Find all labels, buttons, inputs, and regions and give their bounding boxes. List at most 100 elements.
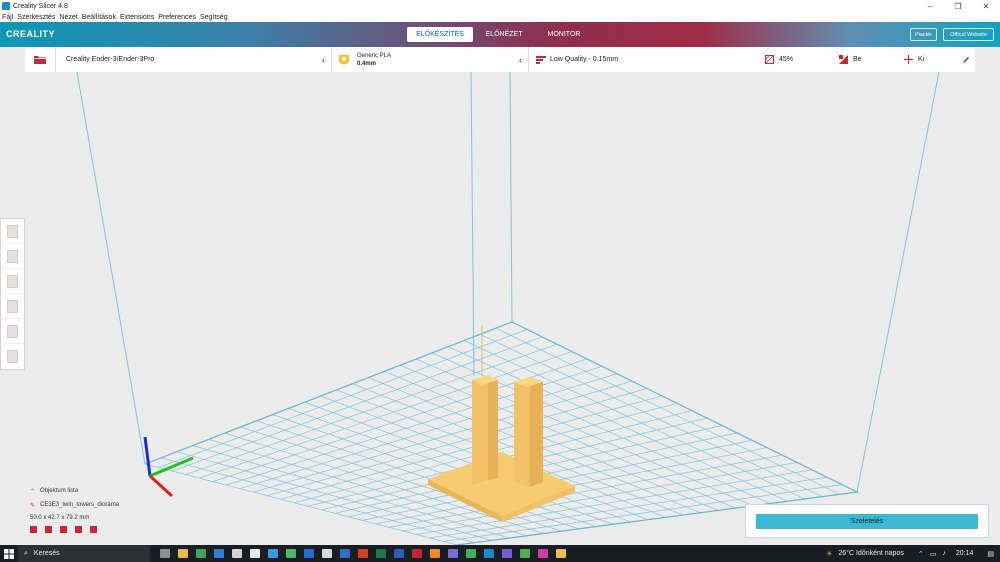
menu-settings[interactable]: Beállítások bbox=[82, 14, 116, 21]
app-icon[interactable] bbox=[250, 549, 260, 558]
grid-line bbox=[160, 457, 475, 544]
infill-icon bbox=[765, 55, 774, 64]
task-view-icon[interactable] bbox=[160, 549, 170, 558]
menu-edit[interactable]: Szerkesztés bbox=[17, 14, 55, 21]
nozzle-size: 0.4mm bbox=[357, 60, 377, 67]
spool-icon bbox=[339, 54, 349, 65]
rotate-tool-button[interactable] bbox=[1, 269, 24, 294]
view-top-icon[interactable] bbox=[60, 526, 67, 533]
quality-profile: Low Quality - 0.15mm bbox=[550, 56, 619, 63]
menu-preferences[interactable]: Preferences bbox=[158, 14, 196, 21]
file-explorer-icon[interactable] bbox=[178, 549, 188, 558]
support-value: Be bbox=[853, 56, 862, 63]
app-icon[interactable] bbox=[322, 549, 332, 558]
grid-line bbox=[288, 408, 614, 525]
per-model-settings-button[interactable] bbox=[1, 319, 24, 344]
object-list-panel: ⌃ Objektum lista ✎ CE3E3_twin_towers_dio… bbox=[30, 484, 119, 533]
build-volume-outline bbox=[76, 72, 940, 493]
menu-bar: Fájl Szerkesztés Nézet Beállítások Exten… bbox=[0, 12, 1000, 22]
window-title: Creality Slicer 4.8 bbox=[13, 2, 68, 10]
view-left-icon[interactable] bbox=[75, 526, 82, 533]
header-band: CREALITY ELŐKÉSZÍTÉS ELŐNÉZET MONITOR Pi… bbox=[0, 22, 1000, 47]
adhesion-value: Ki bbox=[918, 56, 925, 63]
chevron-up-icon: ⌃ bbox=[30, 488, 36, 495]
rotate-icon bbox=[7, 274, 18, 288]
app-icon[interactable] bbox=[448, 549, 458, 558]
twin-towers-model[interactable] bbox=[428, 325, 575, 522]
tab-preview[interactable]: ELŐNÉZET bbox=[478, 27, 530, 42]
open-file-button[interactable] bbox=[25, 47, 55, 72]
pencil-icon[interactable] bbox=[962, 56, 970, 64]
app-icon[interactable] bbox=[286, 549, 296, 558]
windows-start-icon[interactable] bbox=[4, 549, 14, 559]
tab-monitor[interactable]: MONITOR bbox=[538, 27, 590, 42]
folder-icon bbox=[34, 56, 46, 64]
app-icon[interactable] bbox=[268, 549, 278, 558]
creality-slicer-icon[interactable] bbox=[484, 549, 494, 558]
printer-selector[interactable]: Creality Ender-3/Ender-3Pro ‹ bbox=[56, 47, 331, 72]
app-icon[interactable] bbox=[196, 549, 206, 558]
app-icon[interactable] bbox=[304, 549, 314, 558]
search-placeholder: Keresés bbox=[33, 550, 60, 557]
view-front-icon[interactable] bbox=[45, 526, 52, 533]
volume-icon[interactable]: ♪ bbox=[942, 550, 946, 557]
taskbar-search[interactable]: ⌕ Keresés bbox=[18, 545, 150, 562]
word-icon[interactable] bbox=[394, 549, 404, 558]
support-blocker-button[interactable] bbox=[1, 344, 24, 369]
grid-line bbox=[144, 463, 458, 545]
app-icon[interactable] bbox=[214, 549, 224, 558]
app-icon[interactable] bbox=[538, 549, 548, 558]
close-button[interactable]: ✕ bbox=[972, 2, 1000, 11]
app-icon[interactable] bbox=[232, 549, 242, 558]
object-filename: CE3E3_twin_towers_dioráma bbox=[40, 502, 120, 508]
app-icon[interactable] bbox=[520, 549, 530, 558]
weather-icon: ☀ bbox=[826, 550, 833, 558]
official-website-button[interactable]: Offical Website bbox=[943, 28, 994, 41]
object-list-toggle[interactable]: ⌃ Objektum lista bbox=[30, 484, 119, 498]
marketplace-button[interactable]: Piactér bbox=[910, 28, 937, 41]
per-model-settings-icon bbox=[7, 324, 18, 338]
scale-tool-button[interactable] bbox=[1, 244, 24, 269]
taskbar-apps bbox=[156, 549, 570, 558]
weather-text[interactable]: 26°C Időnként napos bbox=[838, 550, 903, 557]
object-list-title: Objektum lista bbox=[40, 488, 79, 494]
axis-gizmo bbox=[143, 436, 194, 498]
excel-icon[interactable] bbox=[376, 549, 386, 558]
print-settings-panel[interactable]: Low Quality - 0.15mm 45% Be Ki bbox=[529, 47, 975, 72]
window-titlebar: Creality Slicer 4.8 – ❐ ✕ bbox=[0, 0, 1000, 12]
mirror-tool-button[interactable] bbox=[1, 294, 24, 319]
menu-file[interactable]: Fájl bbox=[2, 14, 13, 21]
app-icon[interactable] bbox=[430, 549, 440, 558]
build-plate-viewport[interactable] bbox=[0, 72, 1000, 545]
windows-taskbar: ⌕ Keresés ☀ 26°C Időnként napos ⌃ ▭ ♪ 20… bbox=[0, 545, 1000, 562]
app-icon bbox=[2, 2, 10, 10]
move-tool-button[interactable] bbox=[1, 219, 24, 244]
menu-help[interactable]: Segítség bbox=[200, 14, 228, 21]
material-selector[interactable]: Generic PLA 0.4mm ‹ bbox=[332, 47, 528, 72]
view-right-icon[interactable] bbox=[90, 526, 97, 533]
mirror-icon bbox=[7, 299, 18, 313]
app-icon[interactable] bbox=[556, 549, 566, 558]
minimize-button[interactable]: – bbox=[916, 2, 944, 11]
view-3d-icon[interactable] bbox=[30, 526, 37, 533]
network-icon[interactable]: ▭ bbox=[930, 550, 937, 558]
app-icon[interactable] bbox=[502, 549, 512, 558]
maximize-button[interactable]: ❐ bbox=[944, 2, 972, 11]
left-toolbar bbox=[0, 218, 25, 370]
grid-line bbox=[158, 329, 528, 468]
app-icon[interactable] bbox=[412, 549, 422, 558]
pencil-icon[interactable]: ✎ bbox=[30, 502, 35, 509]
powerpoint-icon[interactable] bbox=[358, 549, 368, 558]
move-icon bbox=[7, 224, 18, 238]
tab-prepare[interactable]: ELŐKÉSZÍTÉS bbox=[407, 27, 473, 42]
app-icon[interactable] bbox=[340, 549, 350, 558]
menu-extensions[interactable]: Extensions bbox=[120, 14, 154, 21]
chevron-up-icon[interactable]: ⌃ bbox=[918, 550, 924, 558]
scale-icon bbox=[7, 249, 18, 263]
chrome-icon[interactable] bbox=[466, 549, 476, 558]
clock[interactable]: 20:14 bbox=[956, 550, 974, 557]
support-icon bbox=[839, 55, 848, 64]
notifications-icon[interactable]: ▤ bbox=[987, 550, 994, 558]
menu-view[interactable]: Nézet bbox=[59, 14, 77, 21]
slice-button[interactable]: Szeletelés bbox=[756, 514, 978, 529]
